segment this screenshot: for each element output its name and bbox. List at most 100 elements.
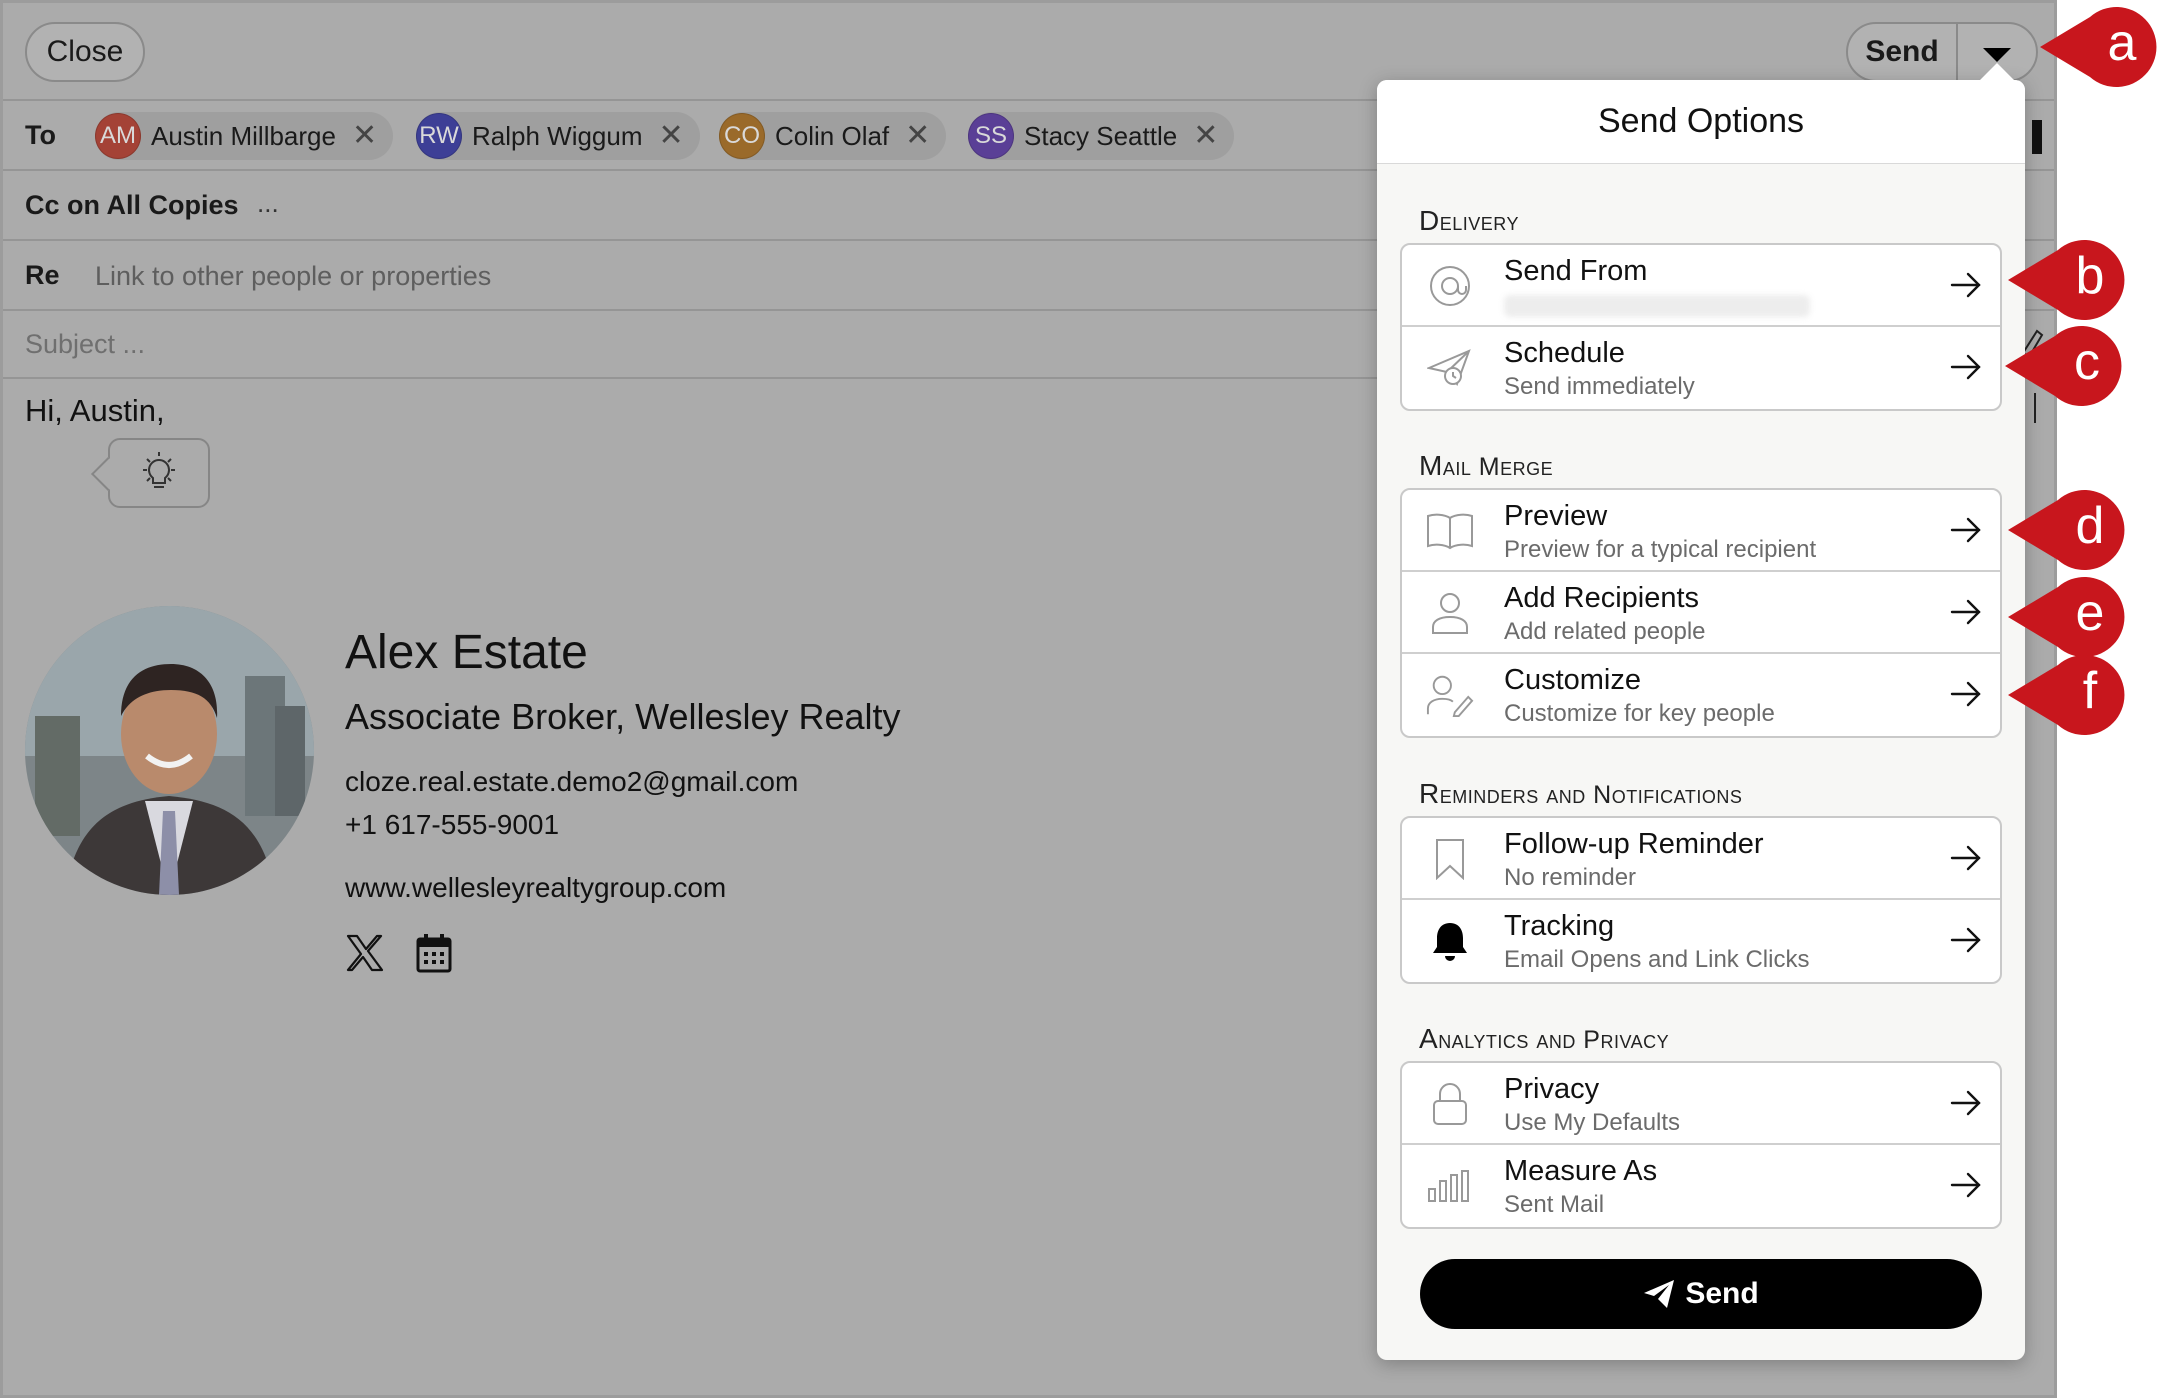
- remove-recipient-icon[interactable]: ✕: [659, 121, 684, 151]
- body-greeting[interactable]: Hi, Austin,: [25, 393, 165, 429]
- option-title: Customize: [1504, 664, 1641, 696]
- lightbulb-icon: [143, 452, 175, 488]
- bookmark-icon: [1426, 836, 1474, 882]
- option-title: Tracking: [1504, 910, 1615, 942]
- option-subtitle: Customize for key people: [1504, 700, 1775, 727]
- paper-plane-icon: [1644, 1280, 1675, 1308]
- section-heading-delivery: Delivery: [1419, 205, 1519, 236]
- option-subtitle: Email Opens and Link Clicks: [1504, 946, 1810, 973]
- arrow-right-icon: [1950, 681, 1981, 707]
- section-heading-mail-merge: Mail Merge: [1419, 450, 1554, 481]
- recipient-name: Austin Millbarge: [151, 120, 336, 151]
- avatar: RW: [416, 113, 462, 159]
- arrow-right-icon: [1950, 599, 1981, 625]
- person-icon: [1426, 590, 1474, 636]
- calendar-icon[interactable]: [416, 933, 452, 973]
- remove-recipient-icon[interactable]: ✕: [352, 121, 377, 151]
- avatar: CO: [719, 113, 765, 159]
- recipient-chip[interactable]: SS Stacy Seattle ✕: [968, 112, 1235, 160]
- arrow-right-icon: [1950, 517, 1981, 543]
- re-label: Re: [25, 260, 60, 290]
- option-tracking[interactable]: Tracking Email Opens and Link Clicks: [1402, 900, 2000, 982]
- paper-plane-clock-icon: [1426, 345, 1474, 391]
- option-subtitle: Add related people: [1504, 618, 1706, 645]
- delivery-group: Send From Schedule Send immediately: [1400, 243, 2002, 411]
- send-now-button[interactable]: Send: [1420, 1259, 1982, 1329]
- option-schedule[interactable]: Schedule Send immediately: [1402, 327, 2000, 409]
- send-options-title: Send Options: [1377, 80, 2025, 164]
- option-measure-as[interactable]: Measure As Sent Mail: [1402, 1145, 2000, 1227]
- mail-merge-group: Preview Preview for a typical recipient …: [1400, 488, 2002, 738]
- option-title: Preview: [1504, 500, 1608, 532]
- annotation-label: b: [2075, 247, 2105, 305]
- option-title: Follow-up Reminder: [1504, 828, 1764, 860]
- book-open-icon: [1426, 508, 1474, 554]
- option-title: Send From: [1504, 255, 1648, 287]
- signature-title: Associate Broker, Wellesley Realty: [345, 696, 901, 737]
- annotation-marker-f: f: [2008, 655, 2126, 735]
- recipient-chip[interactable]: RW Ralph Wiggum ✕: [416, 112, 700, 160]
- option-customize[interactable]: Customize Customize for key people: [1402, 654, 2000, 736]
- cc-more-button[interactable]: ...: [257, 188, 279, 219]
- option-privacy[interactable]: Privacy Use My Defaults: [1402, 1063, 2000, 1145]
- arrow-right-icon: [1950, 1090, 1981, 1116]
- option-title: Schedule: [1504, 337, 1625, 369]
- avatar: SS: [968, 113, 1014, 159]
- send-button-group: Send: [1846, 22, 2038, 82]
- signature-website[interactable]: www.wellesleyrealtygroup.com: [345, 872, 726, 904]
- at-sign-icon: [1426, 263, 1474, 309]
- signature-photo: [25, 606, 314, 895]
- section-heading-reminders: Reminders and Notifications: [1419, 778, 1743, 809]
- signature-name: Alex Estate: [345, 626, 588, 679]
- option-preview[interactable]: Preview Preview for a typical recipient: [1402, 490, 2000, 572]
- annotation-marker-d: d: [2008, 490, 2126, 570]
- option-subtitle: Use My Defaults: [1504, 1109, 1681, 1136]
- option-follow-up-reminder[interactable]: Follow-up Reminder No reminder: [1402, 818, 2000, 900]
- option-subtitle: Send immediately: [1504, 373, 1695, 400]
- send-button[interactable]: Send: [1848, 24, 1958, 80]
- arrow-right-icon: [1950, 845, 1981, 871]
- annotation-label: f: [2082, 662, 2098, 720]
- option-title: Add Recipients: [1504, 582, 1700, 614]
- signature-email[interactable]: cloze.real.estate.demo2@gmail.com: [345, 766, 798, 798]
- redacted-sender-address: [1504, 295, 1810, 317]
- option-title: Privacy: [1504, 1073, 1600, 1105]
- annotation-marker-a: a: [2040, 6, 2158, 87]
- option-send-from[interactable]: Send From: [1402, 245, 2000, 327]
- x-logo-icon[interactable]: [345, 933, 385, 973]
- recipient-name: Colin Olaf: [775, 120, 890, 151]
- lock-icon: [1426, 1081, 1474, 1127]
- remove-recipient-icon[interactable]: ✕: [905, 121, 930, 151]
- bell-icon: [1426, 918, 1474, 964]
- re-link-input[interactable]: Link to other people or properties: [95, 261, 491, 292]
- option-add-recipients[interactable]: Add Recipients Add related people: [1402, 572, 2000, 654]
- close-button[interactable]: Close: [25, 22, 145, 82]
- remove-recipient-icon[interactable]: ✕: [1193, 121, 1218, 151]
- cc-label: Cc on All Copies: [25, 190, 239, 220]
- arrow-right-icon: [1950, 272, 1981, 298]
- annotation-label: e: [2075, 584, 2105, 642]
- analytics-group: Privacy Use My Defaults Measure As Sent …: [1400, 1061, 2002, 1229]
- arrow-right-icon: [1950, 1172, 1981, 1198]
- subject-input[interactable]: Subject ...: [25, 329, 145, 360]
- arrow-right-icon: [1950, 354, 1981, 380]
- section-heading-analytics: Analytics and Privacy: [1419, 1023, 1670, 1054]
- avatar: AM: [95, 113, 141, 159]
- arrow-right-icon: [1950, 927, 1981, 953]
- to-label: To: [25, 120, 56, 150]
- recipient-chip[interactable]: CO Colin Olaf ✕: [719, 112, 947, 160]
- recipient-name: Stacy Seattle: [1024, 120, 1178, 151]
- annotation-marker-c: c: [2005, 326, 2123, 406]
- option-subtitle: No reminder: [1504, 864, 1637, 891]
- annotation-label: d: [2075, 497, 2105, 555]
- bar-chart-icon: [1426, 1163, 1474, 1209]
- option-subtitle: Preview for a typical recipient: [1504, 536, 1817, 563]
- send-now-label: Send: [1685, 1277, 1759, 1310]
- caret-down-icon: [1983, 48, 2011, 62]
- send-options-popover: Send Options Delivery Send From Schedule…: [1377, 80, 2025, 1360]
- option-title: Measure As: [1504, 1155, 1658, 1187]
- recipient-chip[interactable]: AM Austin Millbarge ✕: [95, 112, 394, 160]
- signature-phone[interactable]: +1 617-555-9001: [345, 809, 559, 841]
- ai-suggestion-button[interactable]: [108, 438, 210, 508]
- person-edit-icon: [1426, 672, 1474, 718]
